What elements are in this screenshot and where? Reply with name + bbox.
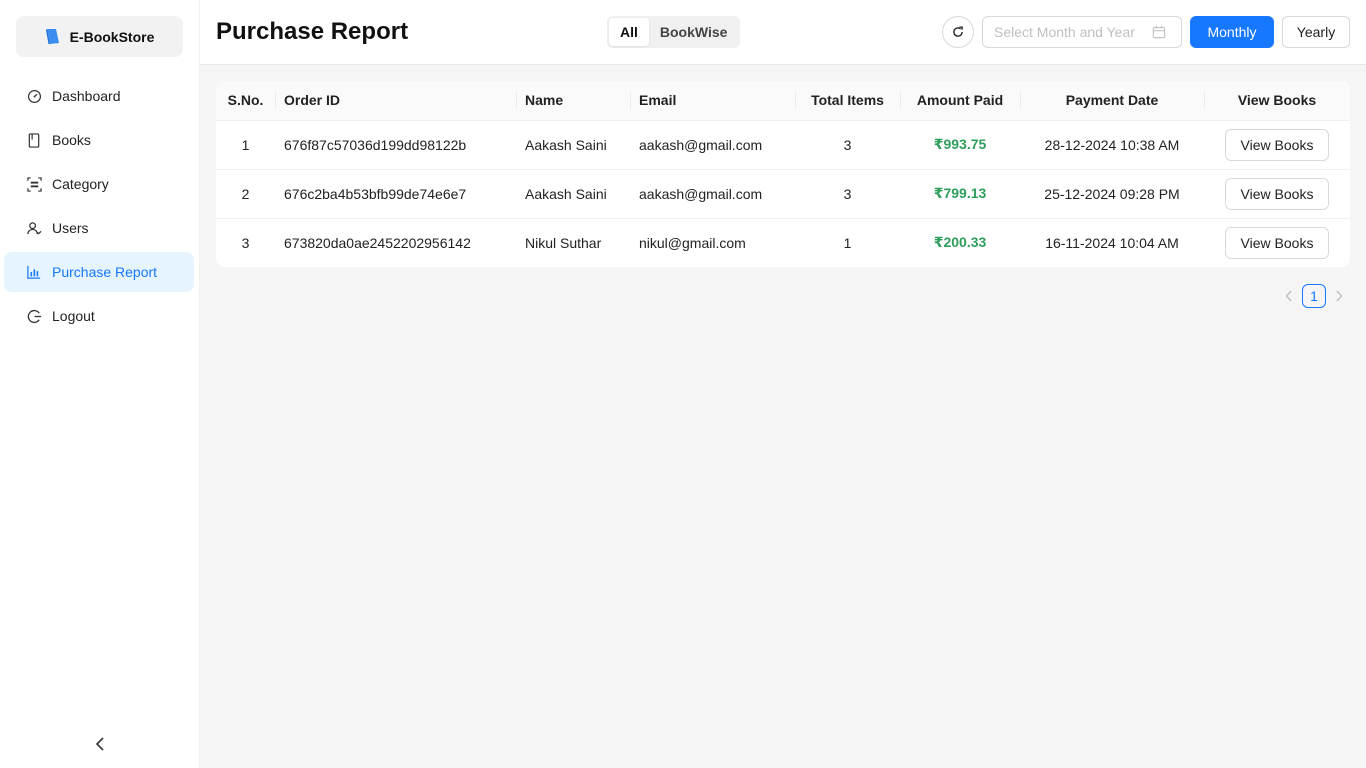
dashboard-icon [26, 88, 42, 104]
next-page-button[interactable] [1332, 284, 1346, 308]
sidebar-item-books[interactable]: Books [4, 120, 194, 160]
sidebar-item-purchase-report[interactable]: Purchase Report [4, 252, 194, 292]
sidebar-item-category[interactable]: Category [4, 164, 194, 204]
column-header-email: Email [630, 81, 795, 121]
month-year-input[interactable] [994, 24, 1152, 40]
cell-name: Nikul Suthar [525, 234, 602, 251]
cell-view-books: View Books [1204, 218, 1350, 267]
refresh-button[interactable] [942, 16, 974, 48]
view-books-button[interactable]: View Books [1224, 177, 1330, 210]
cell-order-id: 676c2ba4b53bfb99de74e6e7 [275, 169, 516, 219]
column-header-sno: S.No. [216, 81, 275, 121]
brand-name: E-BookStore [69, 28, 155, 45]
table-row: 2 676c2ba4b53bfb99de74e6e7 Aakash Saini … [216, 169, 1350, 219]
cell-amount-paid: ₹200.33 [933, 234, 987, 251]
prev-page-button[interactable] [1282, 284, 1296, 308]
cell-sno: 2 [216, 169, 275, 219]
chevron-left-icon [1285, 290, 1292, 302]
cell-total-items: 3 [795, 120, 900, 170]
bar-chart-icon [26, 264, 42, 280]
cell-email: aakash@gmail.com [630, 120, 795, 170]
pagination: 1 [1282, 284, 1346, 308]
sidebar: E-BookStore Dashboard Books Category Use… [0, 0, 200, 768]
page-title: Purchase Report [216, 18, 409, 45]
chevron-left-icon [95, 737, 104, 751]
sidebar-item-label: Dashboard [52, 88, 121, 104]
segment-all[interactable]: All [609, 18, 649, 46]
cell-total-items: 1 [843, 234, 852, 251]
column-header-view-books: View Books [1204, 81, 1350, 121]
month-year-picker[interactable] [982, 16, 1182, 48]
cell-amount-paid: ₹799.13 [900, 169, 1020, 219]
column-header-total-items: Total Items [795, 81, 900, 121]
sidebar-item-label: Category [52, 176, 109, 192]
table-row: 1 676f87c57036d199dd98122b Aakash Saini … [216, 120, 1350, 170]
book-icon [26, 132, 42, 148]
page-number-button[interactable]: 1 [1302, 284, 1326, 308]
cell-payment-date: 28-12-2024 10:38 AM [1020, 120, 1204, 170]
cell-view-books: View Books [1204, 169, 1350, 219]
yearly-button[interactable]: Yearly [1282, 16, 1350, 48]
brand-logo[interactable]: E-BookStore [16, 16, 183, 57]
segment-bookwise[interactable]: BookWise [649, 18, 739, 46]
column-header-payment-date: Payment Date [1020, 81, 1204, 121]
sidebar-item-users[interactable]: Users [4, 208, 194, 248]
users-icon [26, 220, 42, 236]
sidebar-item-label: Users [52, 220, 89, 236]
column-header-order-id: Order ID [275, 81, 516, 121]
view-books-button[interactable]: View Books [1224, 226, 1330, 259]
cell-payment-date: 16-11-2024 10:04 AM [1045, 234, 1179, 251]
book-logo-icon [45, 29, 59, 44]
cell-amount-paid: ₹993.75 [900, 120, 1020, 170]
cell-payment-date: 25-12-2024 09:28 PM [1020, 169, 1204, 219]
column-header-amount-paid: Amount Paid [900, 81, 1020, 121]
page-header: Purchase Report All BookWise Monthly Yea… [200, 0, 1366, 65]
cell-order-id: 676f87c57036d199dd98122b [275, 120, 516, 170]
monthly-button[interactable]: Monthly [1190, 16, 1274, 48]
cell-total-items: 3 [795, 169, 900, 219]
column-header-name: Name [516, 81, 630, 121]
cell-sno: 3 [241, 234, 250, 251]
cell-email: aakash@gmail.com [630, 169, 795, 219]
cell-name: Aakash Saini [516, 120, 630, 170]
category-icon [26, 176, 42, 192]
sidebar-nav: Dashboard Books Category Users Purchase … [4, 76, 194, 340]
view-books-button[interactable]: View Books [1224, 128, 1330, 161]
table-row: 3 673820da0ae2452202956142 Nikul Suthar … [216, 218, 1350, 267]
table-header-row: S.No. Order ID Name Email Total Items Am… [216, 81, 1350, 121]
sidebar-item-label: Logout [52, 308, 95, 324]
calendar-icon [1152, 25, 1166, 39]
chevron-right-icon [1336, 290, 1343, 302]
refresh-icon [953, 26, 963, 37]
cell-name: Aakash Saini [516, 169, 630, 219]
logout-icon [26, 308, 42, 324]
cell-email: nikul@gmail.com [639, 234, 746, 251]
report-type-segmented: All BookWise [607, 16, 741, 48]
purchase-table: S.No. Order ID Name Email Total Items Am… [216, 81, 1350, 267]
cell-sno: 1 [216, 120, 275, 170]
sidebar-item-dashboard[interactable]: Dashboard [4, 76, 194, 116]
sidebar-item-logout[interactable]: Logout [4, 296, 194, 336]
cell-view-books: View Books [1204, 120, 1350, 170]
sidebar-item-label: Purchase Report [52, 264, 158, 280]
cell-order-id: 673820da0ae2452202956142 [284, 234, 471, 251]
sidebar-item-label: Books [52, 132, 91, 148]
collapse-sidebar-button[interactable] [90, 734, 110, 754]
